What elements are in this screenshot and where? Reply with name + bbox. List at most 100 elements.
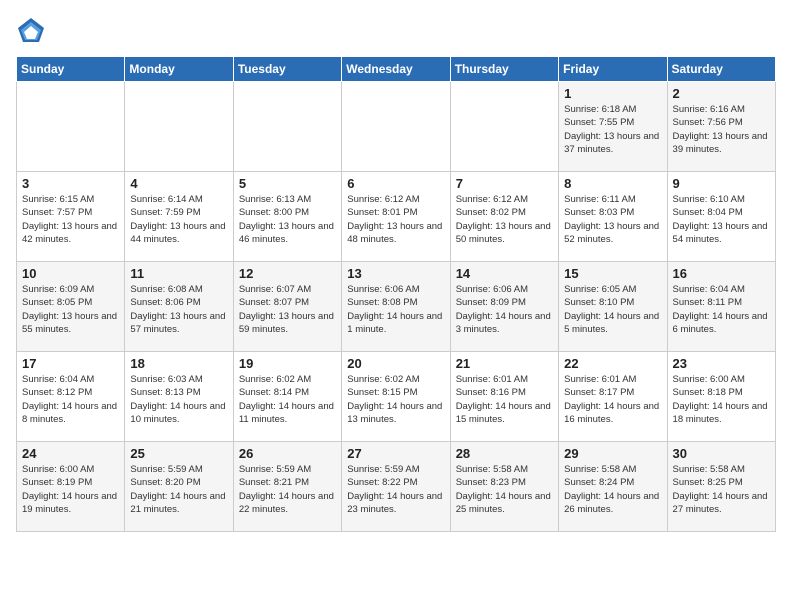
day-info: Sunrise: 5:59 AM Sunset: 8:20 PM Dayligh… [130,463,227,516]
day-number: 5 [239,176,336,191]
day-number: 21 [456,356,553,371]
day-number: 18 [130,356,227,371]
calendar-cell: 8 Sunrise: 6:11 AM Sunset: 8:03 PM Daylig… [559,172,667,262]
day-number: 27 [347,446,444,461]
day-info: Sunrise: 6:01 AM Sunset: 8:16 PM Dayligh… [456,373,553,426]
calendar-cell: 27 Sunrise: 5:59 AM Sunset: 8:22 PM Dayli… [342,442,450,532]
calendar-cell: 12 Sunrise: 6:07 AM Sunset: 8:07 PM Dayli… [233,262,341,352]
day-number: 30 [673,446,770,461]
calendar-cell: 26Sunrise: 5:59 AM Sunset: 8:21 PM Dayli… [233,442,341,532]
calendar-cell [450,82,558,172]
header-day: Wednesday [342,57,450,82]
day-number: 7 [456,176,553,191]
day-info: Sunrise: 6:01 AM Sunset: 8:17 PM Dayligh… [564,373,661,426]
calendar-cell: 3 Sunrise: 6:15 AM Sunset: 7:57 PM Daylig… [17,172,125,262]
calendar-week-row: 24Sunrise: 6:00 AM Sunset: 8:19 PM Dayli… [17,442,776,532]
day-number: 13 [347,266,444,281]
calendar-cell: 2 Sunrise: 6:16 AM Sunset: 7:56 PM Daylig… [667,82,775,172]
header-day: Tuesday [233,57,341,82]
day-number: 12 [239,266,336,281]
calendar-table: SundayMondayTuesdayWednesdayThursdayFrid… [16,56,776,532]
day-info: Sunrise: 6:13 AM Sunset: 8:00 PM Dayligh… [239,193,336,246]
day-number: 11 [130,266,227,281]
calendar-header: SundayMondayTuesdayWednesdayThursdayFrid… [17,57,776,82]
header-day: Monday [125,57,233,82]
calendar-week-row: 17Sunrise: 6:04 AM Sunset: 8:12 PM Dayli… [17,352,776,442]
day-info: Sunrise: 6:14 AM Sunset: 7:59 PM Dayligh… [130,193,227,246]
day-number: 4 [130,176,227,191]
day-info: Sunrise: 6:02 AM Sunset: 8:15 PM Dayligh… [347,373,444,426]
calendar-cell: 23 Sunrise: 6:00 AM Sunset: 8:18 PM Dayli… [667,352,775,442]
day-info: Sunrise: 6:18 AM Sunset: 7:55 PM Dayligh… [564,103,661,156]
day-info: Sunrise: 5:59 AM Sunset: 8:22 PM Dayligh… [347,463,444,516]
calendar-cell: 24Sunrise: 6:00 AM Sunset: 8:19 PM Dayli… [17,442,125,532]
calendar-cell: 7 Sunrise: 6:12 AM Sunset: 8:02 PM Daylig… [450,172,558,262]
calendar-cell: 5 Sunrise: 6:13 AM Sunset: 8:00 PM Daylig… [233,172,341,262]
day-info: Sunrise: 6:06 AM Sunset: 8:09 PM Dayligh… [456,283,553,336]
calendar-week-row: 1Sunrise: 6:18 AM Sunset: 7:55 PM Daylig… [17,82,776,172]
day-info: Sunrise: 6:10 AM Sunset: 8:04 PM Dayligh… [673,193,770,246]
day-info: Sunrise: 6:07 AM Sunset: 8:07 PM Dayligh… [239,283,336,336]
calendar-cell: 4 Sunrise: 6:14 AM Sunset: 7:59 PM Daylig… [125,172,233,262]
header [16,16,776,46]
day-number: 22 [564,356,661,371]
calendar-cell: 11Sunrise: 6:08 AM Sunset: 8:06 PM Dayli… [125,262,233,352]
day-info: Sunrise: 5:58 AM Sunset: 8:25 PM Dayligh… [673,463,770,516]
calendar-cell: 9 Sunrise: 6:10 AM Sunset: 8:04 PM Daylig… [667,172,775,262]
day-number: 6 [347,176,444,191]
day-info: Sunrise: 6:15 AM Sunset: 7:57 PM Dayligh… [22,193,119,246]
calendar-body: 1Sunrise: 6:18 AM Sunset: 7:55 PM Daylig… [17,82,776,532]
calendar-cell [342,82,450,172]
day-info: Sunrise: 6:12 AM Sunset: 8:02 PM Dayligh… [456,193,553,246]
day-info: Sunrise: 6:06 AM Sunset: 8:08 PM Dayligh… [347,283,444,336]
calendar-cell: 1Sunrise: 6:18 AM Sunset: 7:55 PM Daylig… [559,82,667,172]
day-info: Sunrise: 6:04 AM Sunset: 8:12 PM Dayligh… [22,373,119,426]
calendar-cell: 29 Sunrise: 5:58 AM Sunset: 8:24 PM Dayli… [559,442,667,532]
day-number: 3 [22,176,119,191]
day-number: 26 [239,446,336,461]
day-info: Sunrise: 6:00 AM Sunset: 8:19 PM Dayligh… [22,463,119,516]
calendar-cell: 20 Sunrise: 6:02 AM Sunset: 8:15 PM Dayli… [342,352,450,442]
calendar-cell: 18 Sunrise: 6:03 AM Sunset: 8:13 PM Dayli… [125,352,233,442]
calendar-cell: 28Sunrise: 5:58 AM Sunset: 8:23 PM Dayli… [450,442,558,532]
calendar-cell: 10 Sunrise: 6:09 AM Sunset: 8:05 PM Dayli… [17,262,125,352]
calendar-cell: 17Sunrise: 6:04 AM Sunset: 8:12 PM Dayli… [17,352,125,442]
calendar-cell [125,82,233,172]
calendar-week-row: 10 Sunrise: 6:09 AM Sunset: 8:05 PM Dayli… [17,262,776,352]
day-info: Sunrise: 6:11 AM Sunset: 8:03 PM Dayligh… [564,193,661,246]
header-day: Friday [559,57,667,82]
day-number: 29 [564,446,661,461]
header-day: Saturday [667,57,775,82]
calendar-cell: 19Sunrise: 6:02 AM Sunset: 8:14 PM Dayli… [233,352,341,442]
day-info: Sunrise: 6:02 AM Sunset: 8:14 PM Dayligh… [239,373,336,426]
day-number: 20 [347,356,444,371]
day-number: 9 [673,176,770,191]
calendar-cell: 16 Sunrise: 6:04 AM Sunset: 8:11 PM Dayli… [667,262,775,352]
header-day: Sunday [17,57,125,82]
day-number: 23 [673,356,770,371]
day-info: Sunrise: 6:09 AM Sunset: 8:05 PM Dayligh… [22,283,119,336]
day-info: Sunrise: 6:04 AM Sunset: 8:11 PM Dayligh… [673,283,770,336]
calendar-cell: 6 Sunrise: 6:12 AM Sunset: 8:01 PM Daylig… [342,172,450,262]
day-number: 2 [673,86,770,101]
day-number: 8 [564,176,661,191]
day-number: 16 [673,266,770,281]
day-info: Sunrise: 6:16 AM Sunset: 7:56 PM Dayligh… [673,103,770,156]
day-info: Sunrise: 5:58 AM Sunset: 8:24 PM Dayligh… [564,463,661,516]
day-number: 14 [456,266,553,281]
day-number: 10 [22,266,119,281]
day-info: Sunrise: 6:00 AM Sunset: 8:18 PM Dayligh… [673,373,770,426]
calendar-cell [233,82,341,172]
day-info: Sunrise: 6:12 AM Sunset: 8:01 PM Dayligh… [347,193,444,246]
day-number: 25 [130,446,227,461]
calendar-cell: 14 Sunrise: 6:06 AM Sunset: 8:09 PM Dayli… [450,262,558,352]
day-info: Sunrise: 5:58 AM Sunset: 8:23 PM Dayligh… [456,463,553,516]
header-day: Thursday [450,57,558,82]
calendar-cell: 30 Sunrise: 5:58 AM Sunset: 8:25 PM Dayli… [667,442,775,532]
calendar-cell: 15Sunrise: 6:05 AM Sunset: 8:10 PM Dayli… [559,262,667,352]
day-info: Sunrise: 6:05 AM Sunset: 8:10 PM Dayligh… [564,283,661,336]
calendar-cell [17,82,125,172]
day-info: Sunrise: 6:03 AM Sunset: 8:13 PM Dayligh… [130,373,227,426]
calendar-cell: 21 Sunrise: 6:01 AM Sunset: 8:16 PM Dayli… [450,352,558,442]
calendar-cell: 22 Sunrise: 6:01 AM Sunset: 8:17 PM Dayli… [559,352,667,442]
